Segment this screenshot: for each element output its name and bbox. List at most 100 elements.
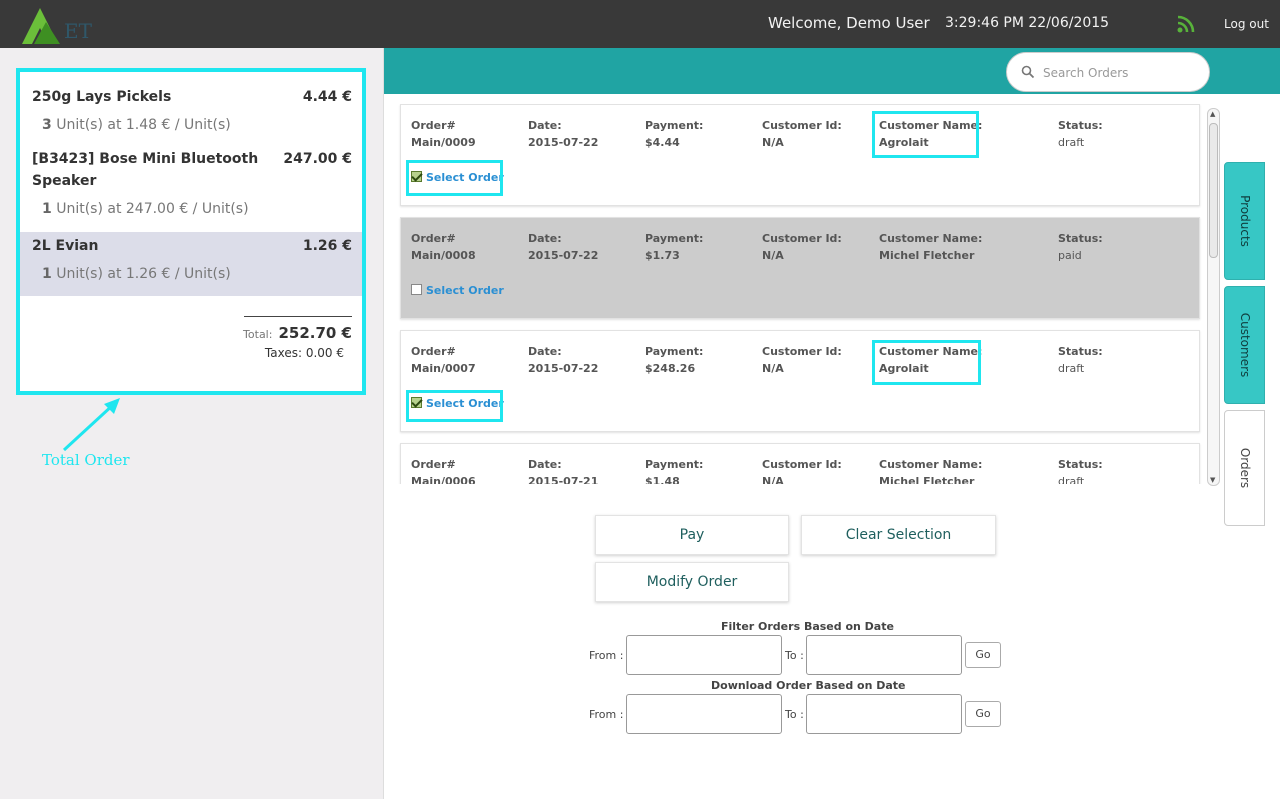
order-summary-panel: 250g Lays Pickels 4.44 € 3 Unit(s) at 1.… [0, 48, 384, 799]
payment-value: $1.48 [645, 475, 680, 484]
modify-order-button[interactable]: Modify Order [595, 562, 789, 602]
orders-scrollbar[interactable]: ▲ ▼ [1207, 108, 1220, 486]
tab-orders[interactable]: Orders [1224, 410, 1265, 526]
order-card[interactable]: Order# Main/0009 Date: 2015-07-22 Payment:… [400, 104, 1200, 206]
payment-value: $4.44 [645, 136, 680, 149]
quantity-value: 1 [42, 201, 52, 217]
download-from-label: From : [589, 708, 624, 721]
logo: ET [22, 8, 93, 44]
order-customer-name: Customer Name: Michel Fletcher [879, 456, 982, 484]
orders-list: Order# Main/0009 Date: 2015-07-22 Payment:… [398, 104, 1204, 484]
scroll-down-icon[interactable]: ▼ [1210, 476, 1215, 484]
download-go-button[interactable]: Go [965, 701, 1001, 727]
filter-from-label: From : [589, 649, 624, 662]
download-to-input[interactable] [806, 694, 962, 734]
status-value: draft [1058, 136, 1085, 149]
highlight-box [406, 390, 503, 422]
filter-to-input[interactable] [806, 635, 962, 675]
clock: 3:29:46 PM 22/06/2015 [945, 15, 1110, 31]
order-card[interactable]: Order# Main/0007 Date: 2015-07-22 Payment:… [400, 330, 1200, 432]
tab-customers[interactable]: Customers [1224, 286, 1265, 404]
tab-products[interactable]: Products [1224, 162, 1265, 280]
unit-price-text: Unit(s) at 1.48 € / Unit(s) [51, 117, 231, 133]
status-label: Status: [1058, 232, 1103, 245]
order-line-selected[interactable]: 2L Evian 1.26 € 1 Unit(s) at 1.26 € / Un… [20, 232, 362, 296]
annotation-arrow-icon [62, 398, 120, 452]
line-price: 1.26 € [302, 238, 352, 254]
date-value: 2015-07-21 [528, 475, 599, 484]
customer-id-label: Customer Id: [762, 345, 842, 358]
order-number-value: Main/0007 [411, 362, 476, 375]
line-quantity: 1 Unit(s) at 1.26 € / Unit(s) [32, 264, 350, 284]
status-label: Status: [1058, 458, 1103, 471]
tab-orders-label[interactable]: Orders [1238, 448, 1252, 488]
customer-name-label: Customer Name: [879, 458, 983, 471]
select-order-label[interactable]: Select Order [426, 284, 504, 297]
order-card[interactable]: Order# Main/0008 Date: 2015-07-22 Payment:… [400, 217, 1200, 319]
order-customer-id: Customer Id: N/A [762, 456, 842, 484]
pay-button[interactable]: Pay [595, 515, 789, 555]
scrollbar-thumb[interactable] [1209, 123, 1218, 258]
select-order-checkbox[interactable]: Select Order [411, 284, 504, 297]
date-value: 2015-07-22 [528, 249, 599, 262]
order-line[interactable]: 250g Lays Pickels 4.44 € 3 Unit(s) at 1.… [20, 72, 362, 140]
order-customer-id: Customer Id: N/A [762, 117, 842, 151]
tab-products-label[interactable]: Products [1238, 195, 1252, 247]
line-quantity: 1 Unit(s) at 247.00 € / Unit(s) [32, 199, 350, 219]
payment-label: Payment: [645, 232, 704, 245]
date-label: Date: [528, 458, 562, 471]
order-payment: Payment: $248.26 [645, 343, 703, 377]
filter-title: Filter Orders Based on Date [721, 620, 894, 633]
customer-id-label: Customer Id: [762, 119, 842, 132]
status-value: paid [1058, 249, 1082, 262]
order-card[interactable]: Order# Main/0006 Date: 2015-07-21 Payment:… [400, 443, 1200, 484]
product-name: [B3423] Bose Mini Bluetooth Speaker [32, 151, 259, 189]
clear-selection-button[interactable]: Clear Selection [801, 515, 996, 555]
filter-go-button[interactable]: Go [965, 642, 1001, 668]
order-number: Order# Main/0008 [411, 230, 476, 264]
date-value: 2015-07-22 [528, 136, 599, 149]
rss-icon[interactable] [1176, 14, 1196, 34]
order-customer-id: Customer Id: N/A [762, 230, 842, 264]
status-label: Status: [1058, 119, 1103, 132]
order-line[interactable]: [B3423] Bose Mini Bluetooth Speaker 247.… [20, 140, 362, 232]
search-icon [1021, 65, 1035, 79]
search-box[interactable] [1006, 52, 1210, 92]
customer-name-value: Michel Fletcher [879, 249, 975, 262]
status-label: Status: [1058, 345, 1103, 358]
date-value: 2015-07-22 [528, 362, 599, 375]
product-name: 2L Evian [32, 238, 99, 254]
download-from-input[interactable] [626, 694, 782, 734]
highlight-box [872, 340, 981, 385]
order-payment: Payment: $4.44 [645, 117, 703, 151]
order-date: Date: 2015-07-22 [528, 117, 598, 151]
customer-id-label: Customer Id: [762, 232, 842, 245]
svg-text:ET: ET [64, 19, 93, 43]
date-label: Date: [528, 345, 562, 358]
order-payment: Payment: $1.73 [645, 230, 703, 264]
filter-from-input[interactable] [626, 635, 782, 675]
status-value: draft [1058, 475, 1085, 484]
scroll-up-icon[interactable]: ▲ [1210, 110, 1215, 118]
order-number-value: Main/0008 [411, 249, 476, 262]
order-customer-id: Customer Id: N/A [762, 343, 842, 377]
filter-to-label: To : [785, 649, 804, 662]
order-number-label: Order# [411, 458, 456, 471]
total-value: 252.70 € [278, 324, 352, 342]
order-number: Order# Main/0009 [411, 117, 476, 151]
quantity-value: 3 [42, 117, 52, 133]
highlight-box [406, 160, 503, 196]
checkbox-unchecked-icon[interactable] [411, 284, 422, 295]
order-date: Date: 2015-07-22 [528, 230, 598, 264]
order-date: Date: 2015-07-22 [528, 343, 598, 377]
tab-customers-label[interactable]: Customers [1238, 313, 1252, 378]
search-input[interactable] [1043, 62, 1198, 84]
logout-link[interactable]: Log out [1224, 17, 1269, 31]
date-label: Date: [528, 232, 562, 245]
customer-name-label: Customer Name: [879, 232, 983, 245]
order-number: Order# Main/0006 [411, 456, 476, 484]
order-customer-name: Customer Name: Michel Fletcher [879, 230, 982, 264]
line-price: 4.44 € [302, 89, 352, 105]
order-status: Status: draft [1058, 343, 1103, 377]
order-payment: Payment: $1.48 [645, 456, 703, 484]
